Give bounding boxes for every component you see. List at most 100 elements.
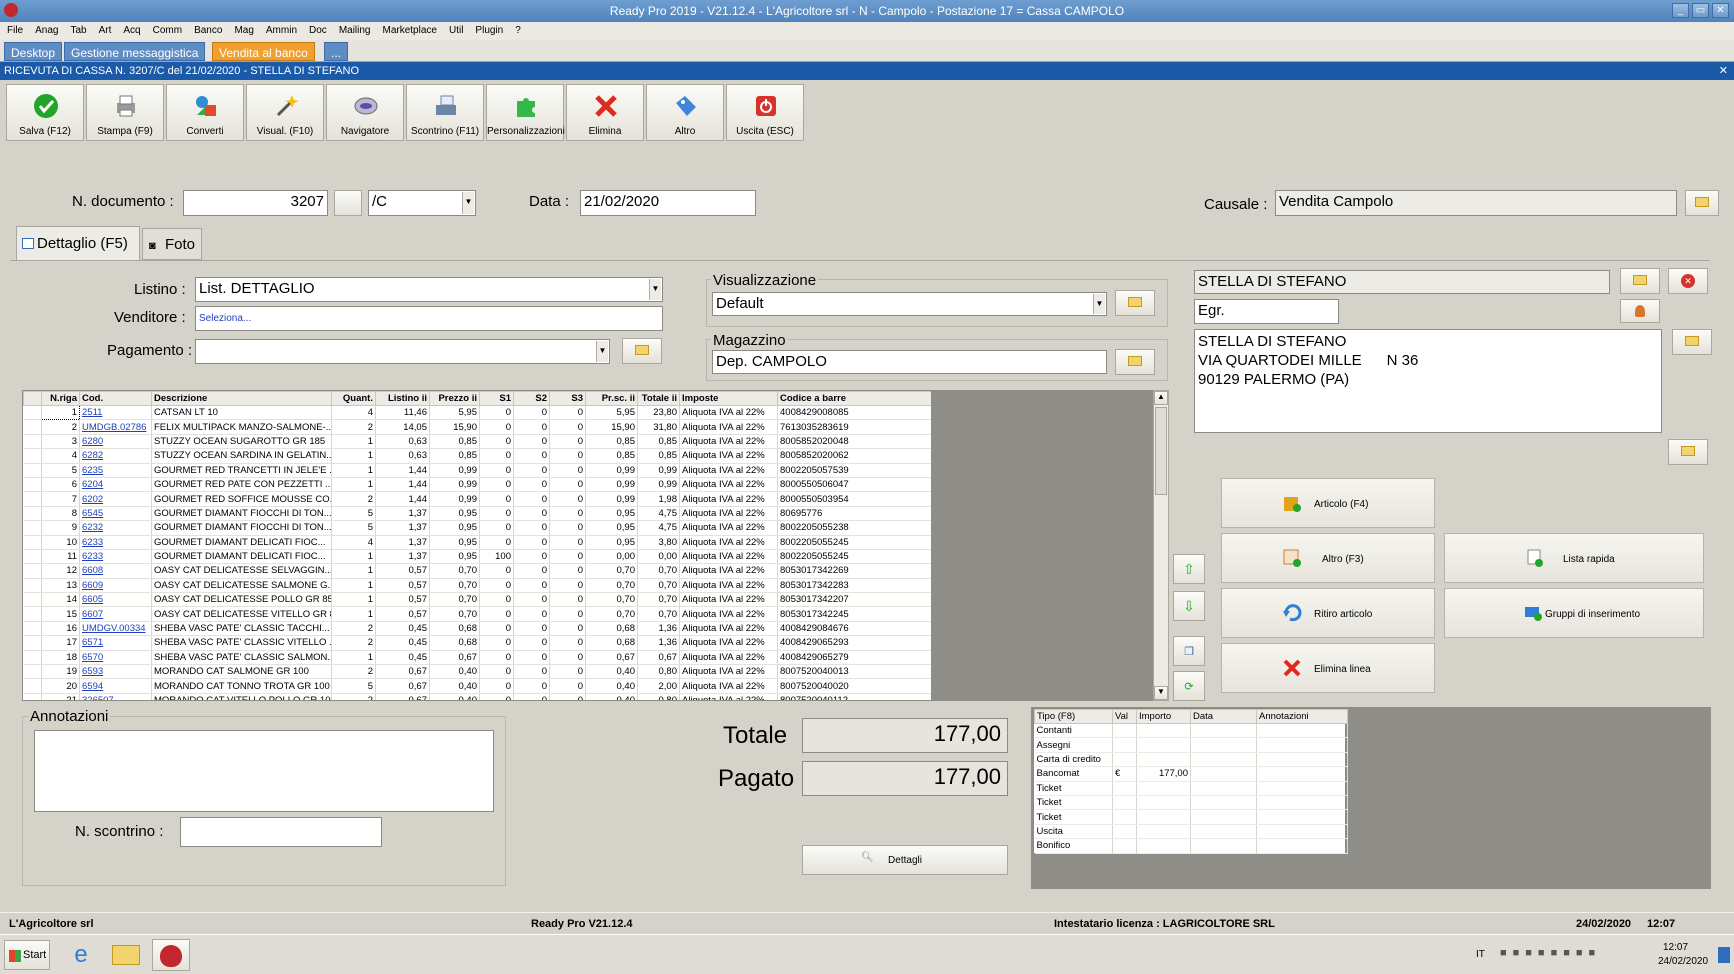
row-selector[interactable]	[23, 535, 42, 550]
row-selector[interactable]	[23, 635, 42, 651]
payment-cell[interactable]	[1112, 737, 1137, 753]
close-document-icon[interactable]: ✕	[1719, 64, 1728, 77]
return-article-button[interactable]: Ritiro articolo	[1221, 588, 1435, 638]
move-up-button[interactable]: ⇧	[1173, 554, 1205, 584]
table-cell[interactable]: 6608	[79, 563, 152, 579]
menu-file[interactable]: File	[0, 22, 28, 36]
table-cell[interactable]: 326507	[79, 693, 152, 700]
row-selector[interactable]	[23, 563, 42, 579]
table-row[interactable]: 11 6233 GOURMET DIAMANT DELICATI FIOC... 1 1…	[23, 549, 931, 565]
table-row[interactable]: 6 6204 GOURMET RED PATE CON PEZZETTI ... 1 1…	[23, 477, 931, 493]
payment-cell[interactable]	[1256, 752, 1348, 768]
row-selector[interactable]	[23, 606, 42, 622]
payment-cell[interactable]	[1256, 824, 1348, 840]
magazzino-input[interactable]: Dep. CAMPOLO	[712, 350, 1107, 374]
payment-cell[interactable]	[1190, 737, 1257, 753]
grid-column-header[interactable]: Imposte	[679, 391, 778, 406]
table-row[interactable]: 10 6233 GOURMET DIAMANT DELICATI FIOC... 4 1…	[23, 535, 931, 550]
grid-column-header[interactable]: Quant.	[331, 391, 376, 406]
menu-util[interactable]: Util	[442, 22, 468, 36]
menu-art[interactable]: Art	[92, 22, 117, 36]
menu-mailing[interactable]: Mailing	[332, 22, 376, 36]
chevron-down-icon[interactable]: ▼	[1093, 294, 1105, 314]
row-selector[interactable]	[23, 592, 42, 608]
suffix-select[interactable]: /C ▼	[368, 190, 476, 216]
payment-cell[interactable]	[1256, 766, 1348, 782]
row-selector[interactable]	[23, 506, 42, 522]
grid-column-header[interactable]: Prezzo ii	[429, 391, 480, 406]
quick-list-button[interactable]: Lista rapida	[1444, 533, 1704, 583]
customer-folder-button[interactable]	[1620, 268, 1660, 294]
tab-photo[interactable]: ◙ Foto	[142, 228, 202, 260]
exit-button[interactable]: Uscita (ESC)	[726, 84, 804, 141]
payments-table[interactable]: Tipo (F8) Val Importo Data Annotazioni Conta…	[1033, 708, 1348, 854]
table-row[interactable]: 8 6545 GOURMET DIAMANT FIOCCHI DI TON... 5 1…	[23, 506, 931, 522]
table-cell[interactable]: 6282	[79, 448, 152, 464]
payment-cell[interactable]	[1112, 809, 1137, 825]
row-selector[interactable]	[23, 621, 42, 637]
table-row[interactable]: 7 6202 GOURMET RED SOFFICE MOUSSE CO... 2 1,…	[23, 491, 931, 507]
payment-cell[interactable]	[1136, 737, 1191, 753]
grid-column-header[interactable]: Totale ii	[637, 391, 680, 406]
scroll-up-icon[interactable]: ▲	[1154, 391, 1168, 405]
grid-column-header[interactable]: S3	[549, 391, 586, 406]
add-article-button[interactable]: Articolo (F4)	[1221, 478, 1435, 528]
magazzino-folder-button[interactable]	[1115, 349, 1155, 375]
payment-cell[interactable]	[1136, 723, 1191, 739]
table-row[interactable]: 16 UMDGV.00334 SHEBA VASC PATE' CLASSIC TA…	[23, 621, 931, 637]
scroll-thumb[interactable]	[1155, 407, 1167, 495]
internet-explorer-icon[interactable]: e	[66, 941, 96, 969]
row-selector[interactable]	[23, 477, 42, 493]
table-row[interactable]: 3 6280 STUZZY OCEAN SUGAROTTO GR 185 1 0,63 0…	[23, 434, 931, 450]
start-button[interactable]: Start	[4, 940, 50, 970]
tab-detail[interactable]: Dettaglio (F5)	[16, 226, 140, 260]
payment-row[interactable]: Ticket	[1034, 781, 1348, 796]
row-selector[interactable]	[23, 448, 42, 464]
payment-cell[interactable]	[1190, 809, 1257, 825]
payment-cell[interactable]	[1190, 795, 1257, 811]
insertion-groups-button[interactable]: Gruppi di inserimento	[1444, 588, 1704, 638]
table-cell[interactable]: 6593	[79, 664, 152, 680]
payment-row[interactable]: Assegni	[1034, 737, 1348, 753]
pagamento-select[interactable]: ▼	[195, 339, 610, 364]
ndoc-extra-button[interactable]	[334, 190, 362, 216]
explorer-folder-icon[interactable]	[112, 945, 140, 965]
payment-row[interactable]: Ticket	[1034, 795, 1348, 811]
ndoc-input[interactable]: 3207	[183, 190, 328, 216]
row-selector[interactable]	[23, 419, 42, 435]
payment-row[interactable]: Bancomat €177,00	[1034, 766, 1348, 782]
row-selector[interactable]	[23, 549, 42, 565]
table-cell[interactable]: 2511	[79, 405, 152, 421]
row-selector[interactable]	[23, 578, 42, 594]
table-cell[interactable]: 6594	[79, 678, 152, 694]
table-row[interactable]: 14 6605 OASY CAT DELICATESSE POLLO GR 85 1 0…	[23, 592, 931, 608]
customer-user-button[interactable]	[1620, 299, 1660, 323]
table-row[interactable]: 18 6570 SHEBA VASC PATE' CLASSIC SALMON...…	[23, 650, 931, 666]
menu-marketplace[interactable]: Marketplace	[376, 22, 442, 36]
table-row[interactable]: 5 6235 GOURMET RED TRANCETTI IN JELE'E ...…	[23, 463, 931, 478]
table-cell[interactable]: UMDGV.00334	[79, 621, 152, 637]
row-selector[interactable]	[23, 520, 42, 536]
payment-row[interactable]: Contanti	[1034, 723, 1348, 739]
table-row[interactable]: 4 6282 STUZZY OCEAN SARDINA IN GELATIN... 1…	[23, 448, 931, 464]
payment-row[interactable]: Ticket	[1034, 809, 1348, 825]
chevron-down-icon[interactable]: ▼	[462, 192, 474, 214]
grid-column-header[interactable]: Cod.	[79, 391, 152, 406]
listino-select[interactable]: List. DETTAGLIO ▼	[195, 277, 663, 302]
menu-help[interactable]: ?	[508, 22, 526, 36]
row-selector[interactable]	[23, 405, 42, 421]
table-row[interactable]: 1 2511 CATSAN LT 10 4 11,46 5,95 0 0 0 5,95 23,80 A…	[23, 404, 931, 421]
copy-row-button[interactable]: ❐	[1173, 636, 1205, 666]
convert-button[interactable]: Converti	[166, 84, 244, 141]
payment-cell[interactable]	[1190, 766, 1257, 782]
menu-acq[interactable]: Acq	[116, 22, 145, 36]
refresh-row-button[interactable]: ⟳	[1173, 671, 1205, 701]
venditore-input[interactable]: Seleziona...	[195, 306, 663, 331]
payment-cell[interactable]	[1112, 752, 1137, 768]
grid-scrollbar[interactable]: ▲ ▼	[1153, 390, 1169, 701]
payment-cell[interactable]	[1190, 838, 1257, 854]
table-row[interactable]: 12 6608 OASY CAT DELICATESSE SELVAGGIN... 1…	[23, 563, 931, 579]
tab-gestione-messaggistica[interactable]: Gestione messaggistica	[64, 42, 206, 61]
payment-cell[interactable]	[1136, 809, 1191, 825]
other-button[interactable]: Altro	[646, 84, 724, 141]
